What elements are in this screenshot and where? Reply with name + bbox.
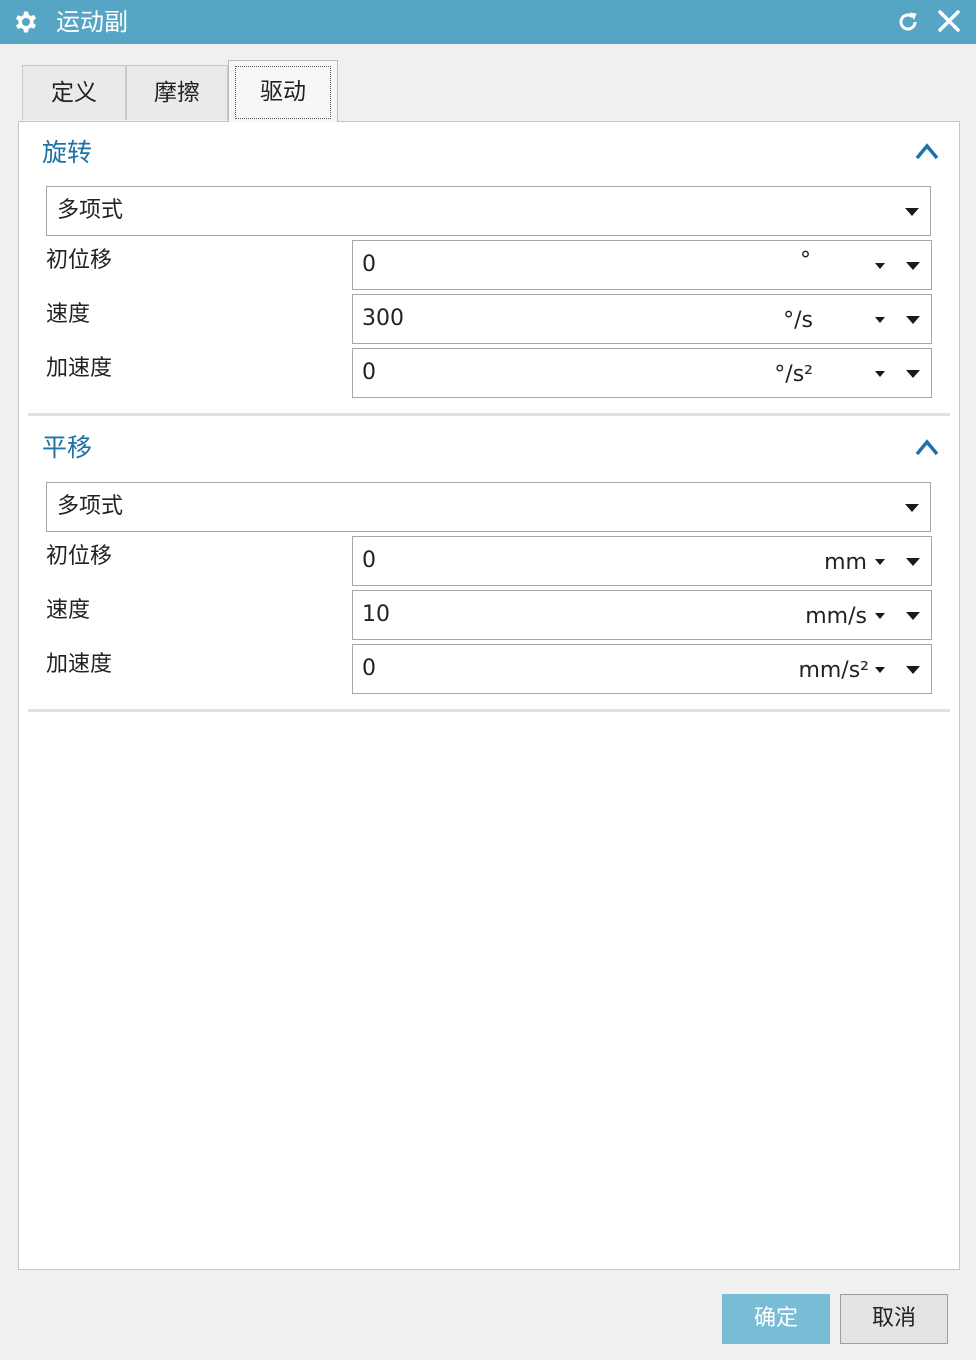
window-title: 运动副: [56, 8, 128, 36]
translation-displacement-value: 0: [362, 548, 376, 573]
tab-definition[interactable]: 定义: [22, 65, 126, 120]
chevron-down-icon[interactable]: [906, 666, 920, 674]
collapse-translation-icon[interactable]: [914, 437, 940, 457]
rotation-acceleration-value: 0: [362, 360, 376, 385]
tab-definition-label: 定义: [51, 80, 97, 106]
focus-outline: [235, 66, 331, 119]
rotation-velocity-label: 速度: [46, 302, 91, 327]
unit-dropdown-icon[interactable]: [875, 559, 885, 565]
unit-dropdown-icon[interactable]: [875, 317, 885, 323]
translation-displacement-unit: mm: [824, 550, 867, 575]
chevron-down-icon[interactable]: [906, 558, 920, 566]
close-icon[interactable]: [934, 6, 964, 36]
section-divider: [28, 709, 950, 712]
translation-acceleration-label: 加速度: [46, 652, 113, 677]
translation-acceleration-field[interactable]: 0 mm/s²: [352, 644, 932, 694]
rotation-acceleration-unit: °/s²: [774, 362, 813, 387]
translation-displacement-label: 初位移: [46, 544, 113, 569]
chevron-down-icon[interactable]: [906, 370, 920, 378]
rotation-velocity-field[interactable]: 300 °/s: [352, 294, 932, 344]
translation-mode-value: 多项式: [57, 494, 124, 519]
cancel-button[interactable]: 取消: [840, 1294, 948, 1344]
reset-icon[interactable]: [893, 7, 923, 37]
rotation-displacement-value: 0: [362, 252, 376, 277]
chevron-down-icon[interactable]: [906, 316, 920, 324]
rotation-section-title[interactable]: 旋转: [42, 136, 92, 170]
tab-friction-label: 摩擦: [154, 80, 200, 106]
rotation-velocity-value: 300: [362, 306, 404, 331]
translation-displacement-field[interactable]: 0 mm: [352, 536, 932, 586]
chevron-down-icon: [905, 208, 919, 216]
rotation-mode-value: 多项式: [57, 198, 124, 223]
translation-section-title[interactable]: 平移: [42, 431, 92, 465]
chevron-down-icon[interactable]: [906, 612, 920, 620]
rotation-mode-select[interactable]: 多项式: [46, 186, 931, 236]
chevron-down-icon: [905, 504, 919, 512]
rotation-displacement-field[interactable]: 0 °: [352, 240, 932, 290]
translation-velocity-value: 10: [362, 602, 390, 627]
rotation-acceleration-field[interactable]: 0 °/s²: [352, 348, 932, 398]
unit-dropdown-icon[interactable]: [875, 613, 885, 619]
translation-velocity-unit: mm/s: [805, 604, 867, 629]
ok-button[interactable]: 确定: [722, 1294, 830, 1344]
translation-velocity-label: 速度: [46, 598, 91, 623]
collapse-rotation-icon[interactable]: [914, 141, 940, 161]
gear-icon: [16, 11, 36, 33]
rotation-velocity-unit: °/s: [783, 308, 813, 333]
rotation-acceleration-label: 加速度: [46, 356, 113, 381]
tab-drive[interactable]: 驱动: [228, 60, 338, 122]
unit-dropdown-icon[interactable]: [875, 263, 885, 269]
section-divider: [28, 413, 950, 416]
chevron-down-icon[interactable]: [906, 262, 920, 270]
translation-acceleration-value: 0: [362, 656, 376, 681]
unit-dropdown-icon[interactable]: [875, 667, 885, 673]
tab-friction[interactable]: 摩擦: [126, 65, 228, 120]
translation-mode-select[interactable]: 多项式: [46, 482, 931, 532]
translation-velocity-field[interactable]: 10 mm/s: [352, 590, 932, 640]
rotation-displacement-unit: °: [800, 248, 811, 273]
rotation-displacement-label: 初位移: [46, 248, 113, 273]
title-bar: 运动副: [0, 0, 976, 44]
translation-acceleration-unit: mm/s²: [798, 658, 869, 683]
unit-dropdown-icon[interactable]: [875, 371, 885, 377]
